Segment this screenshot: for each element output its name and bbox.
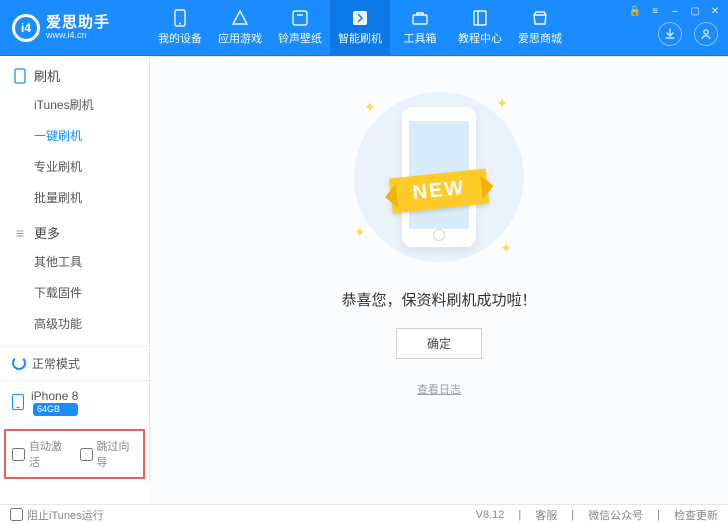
logo-text: 爱思助手 www.i4.cn: [46, 15, 110, 40]
version-label: V8.12: [476, 509, 505, 521]
window-controls: 🔒 ≡ – ▢ ✕: [628, 4, 722, 18]
sidebar-group-1: ≡ 更多: [0, 213, 149, 246]
sidebar-item[interactable]: 高级功能: [34, 308, 149, 339]
nav-item-toolbox[interactable]: 工具箱: [390, 0, 450, 56]
main: ✦✦✦✦ NEW 恭喜您，保资料刷机成功啦！ 确定 查看日志: [150, 56, 728, 504]
toolbox-icon: [410, 9, 430, 27]
maximize-icon[interactable]: ▢: [688, 4, 702, 18]
check-skip-guide[interactable]: 跳过向导: [80, 438, 138, 470]
illustration: ✦✦✦✦ NEW: [334, 87, 544, 267]
logo-url: www.i4.cn: [46, 31, 110, 40]
nav-label: 教程中心: [458, 30, 502, 46]
statusbar-left: 阻止iTunes运行: [10, 507, 104, 523]
download-button[interactable]: [658, 22, 682, 46]
device-name: iPhone 8: [31, 389, 78, 403]
nav-item-apps[interactable]: 应用游戏: [210, 0, 270, 56]
close-icon[interactable]: ✕: [708, 4, 722, 18]
music-icon: [290, 9, 310, 27]
sidebar-item[interactable]: 下载固件: [34, 277, 149, 308]
sidebar-group-0: 刷机: [0, 56, 149, 89]
statusbar: 阻止iTunes运行 V8.12 | 客服 | 微信公众号 | 检查更新: [0, 504, 728, 524]
view-log-link[interactable]: 查看日志: [417, 381, 461, 397]
sidebar-item[interactable]: 专业刷机: [34, 151, 149, 182]
device-icon: [170, 9, 190, 27]
book-icon: [470, 9, 490, 27]
nav-label: 爱思商城: [518, 30, 562, 46]
mode-row[interactable]: 正常模式: [0, 346, 149, 380]
sidebar-item[interactable]: 一键刷机: [34, 120, 149, 151]
nav-label: 我的设备: [158, 30, 202, 46]
sidebar-item[interactable]: iTunes刷机: [34, 89, 149, 120]
flash-icon: [350, 9, 370, 27]
user-icon: [700, 28, 712, 40]
sidebar-group-title: 更多: [34, 223, 60, 242]
mode-icon: [12, 356, 26, 370]
more-icon: ≡: [12, 225, 28, 241]
nav-label: 工具箱: [404, 30, 437, 46]
sidebar: 刷机 iTunes刷机一键刷机专业刷机批量刷机 ≡ 更多其他工具下载固件高级功能 正常…: [0, 56, 150, 482]
statusbar-right: V8.12 | 客服 | 微信公众号 | 检查更新: [476, 507, 718, 523]
mode-label: 正常模式: [32, 355, 80, 372]
device-text: iPhone 8 64GB: [31, 389, 78, 416]
ok-button[interactable]: 确定: [396, 328, 482, 359]
apps-icon: [230, 9, 250, 27]
header-right: [658, 22, 718, 46]
check-auto-activate[interactable]: 自动激活: [12, 438, 70, 470]
store-icon: [530, 9, 550, 27]
nav-item-book[interactable]: 教程中心: [450, 0, 510, 56]
nav-item-flash[interactable]: 智能刷机: [330, 0, 390, 56]
nav-label: 铃声壁纸: [278, 30, 322, 46]
lock-icon[interactable]: 🔒: [628, 4, 642, 18]
nav-item-device[interactable]: 我的设备: [150, 0, 210, 56]
phone-icon: [12, 394, 24, 410]
nav: 我的设备应用游戏铃声壁纸智能刷机 工具箱 教程中心爱思商城: [150, 0, 570, 56]
success-message: 恭喜您，保资料刷机成功啦！: [341, 289, 536, 310]
check-auto-activate-label: 自动激活: [29, 438, 70, 470]
phone-outline-icon: [12, 68, 28, 84]
nav-label: 智能刷机: [338, 30, 382, 46]
logo[interactable]: i4 爱思助手 www.i4.cn: [0, 14, 150, 42]
nav-item-store[interactable]: 爱思商城: [510, 0, 570, 56]
link-support[interactable]: 客服: [535, 507, 557, 523]
logo-icon: i4: [12, 14, 40, 42]
sidebar-footer: 正常模式 iPhone 8 64GB 自动激活 跳过向导: [0, 346, 149, 482]
check-block-itunes[interactable]: 阻止iTunes运行: [10, 507, 104, 523]
check-block-itunes-label: 阻止iTunes运行: [27, 507, 104, 523]
nav-label: 应用游戏: [218, 30, 262, 46]
header: i4 爱思助手 www.i4.cn 我的设备应用游戏铃声壁纸智能刷机 工具箱 教程中…: [0, 0, 728, 56]
device-row[interactable]: iPhone 8 64GB: [0, 380, 149, 424]
logo-brand: 爱思助手: [46, 15, 110, 31]
device-storage: 64GB: [33, 403, 78, 416]
download-icon: [664, 28, 676, 40]
account-button[interactable]: [694, 22, 718, 46]
sidebar-item[interactable]: 批量刷机: [34, 182, 149, 213]
check-skip-guide-label: 跳过向导: [97, 438, 138, 470]
bottom-checks: 自动激活 跳过向导: [4, 429, 145, 479]
menu-icon[interactable]: ≡: [648, 4, 662, 18]
link-wechat[interactable]: 微信公众号: [588, 507, 643, 523]
sidebar-item[interactable]: 其他工具: [34, 246, 149, 277]
nav-item-music[interactable]: 铃声壁纸: [270, 0, 330, 56]
minimize-icon[interactable]: –: [668, 4, 682, 18]
link-update[interactable]: 检查更新: [674, 507, 718, 523]
sidebar-group-title: 刷机: [34, 66, 60, 85]
